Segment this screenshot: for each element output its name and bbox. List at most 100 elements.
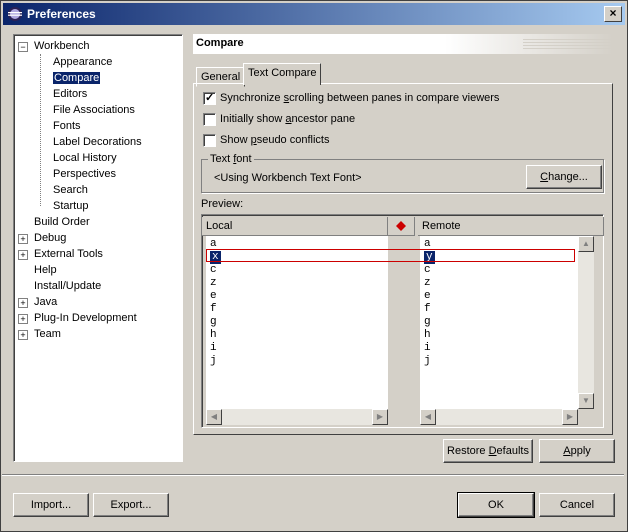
expand-icon[interactable]: + (18, 330, 28, 340)
local-line: g (210, 316, 217, 328)
preview-pane: Local Remote axczefghij ◀ ▶ ayczefghij ▲… (201, 214, 604, 428)
remote-line: j (424, 355, 431, 367)
apply-button[interactable]: Apply (539, 439, 615, 463)
scroll-left-icon[interactable]: ◀ (206, 409, 222, 425)
remote-line: g (424, 316, 431, 328)
tree-item-label: Debug (34, 232, 67, 244)
tree-item-label: Local History (53, 152, 117, 164)
cancel-button[interactable]: Cancel (539, 493, 615, 517)
tree-item-label: File Associations (53, 104, 135, 116)
tree-item[interactable]: Help (34, 262, 57, 278)
local-line: e (210, 290, 217, 302)
close-button[interactable]: × (604, 6, 622, 22)
bottom-separator (2, 474, 624, 476)
tree-item[interactable]: Install/Update (34, 278, 101, 294)
remote-line: f (424, 303, 431, 315)
remote-vertical-scrollbar[interactable]: ▲ ▼ (578, 236, 594, 409)
preferences-tree[interactable]: − Workbench Appearance Compare Editors File A… (13, 34, 183, 462)
tree-item-label: Compare (51, 71, 102, 85)
tree-item-label: Label Decorations (53, 136, 142, 148)
tree-item-label: Build Order (34, 216, 90, 228)
diff-gutter (389, 236, 415, 425)
tree-item-label: Help (34, 264, 57, 276)
diff-header (388, 217, 415, 236)
title-bar[interactable]: Preferences × (3, 3, 625, 25)
local-line: c (210, 264, 217, 276)
remote-horizontal-scrollbar[interactable]: ◀ ▶ (420, 409, 578, 425)
page-title-bar: Compare (193, 34, 613, 54)
tree-item[interactable]: Startup (53, 198, 88, 214)
tree-item[interactable]: Workbench (34, 38, 89, 54)
tree-item[interactable]: File Associations (53, 102, 135, 118)
scroll-left-icon[interactable]: ◀ (420, 409, 436, 425)
tree-item[interactable]: Label Decorations (53, 134, 142, 150)
tree-item-label: Editors (53, 88, 88, 100)
tree-item[interactable]: Perspectives (53, 166, 116, 182)
import-button[interactable]: Import... (13, 493, 89, 517)
ancestor-pane-label: Initially show ancestor pane (220, 113, 356, 125)
remote-line: i (424, 342, 431, 354)
diff-marker-icon (396, 221, 406, 231)
tree-item-label: Workbench (34, 40, 90, 52)
remote-line: e (424, 290, 431, 302)
remote-line: h (424, 329, 431, 341)
tree-item-label: External Tools (34, 248, 103, 260)
sync-scrolling-label: Synchronize scrolling between panes in c… (220, 92, 500, 104)
tab-text-compare-label: Text Compare (248, 67, 317, 79)
tree-item[interactable]: Appearance (53, 54, 112, 70)
local-line: h (210, 329, 217, 341)
tree-item[interactable]: Debug (34, 230, 66, 246)
tree-item-label: Install/Update (34, 280, 102, 292)
tree-item[interactable]: Fonts (53, 118, 81, 134)
tree-item[interactable]: Java (34, 294, 57, 310)
tree-item[interactable]: External Tools (34, 246, 103, 262)
collapse-icon[interactable]: − (18, 42, 28, 52)
tree-guide-line (40, 54, 41, 206)
text-font-group-label: Text font (208, 153, 254, 165)
tree-item[interactable]: Search (53, 182, 88, 198)
local-line: i (210, 342, 217, 354)
tree-item-label: Appearance (53, 56, 113, 68)
tree-item-label: Fonts (53, 120, 81, 132)
scroll-down-icon[interactable]: ▼ (578, 393, 594, 409)
expand-icon[interactable]: + (18, 250, 28, 260)
sync-scrolling-checkbox[interactable]: ✓ (203, 92, 216, 105)
tree-item-label: Perspectives (53, 168, 116, 180)
tree-item-label: Startup (53, 200, 89, 212)
tree-item-label: Team (34, 328, 61, 340)
restore-defaults-button[interactable]: Restore Defaults (443, 439, 533, 463)
tree-item[interactable]: Editors (53, 86, 87, 102)
expand-icon[interactable]: + (18, 314, 28, 324)
pseudo-conflicts-label: Show pseudo conflicts (220, 134, 330, 146)
local-header: Local (202, 217, 388, 236)
tree-item[interactable]: Build Order (34, 214, 90, 230)
check-mark-icon: ✓ (205, 92, 215, 104)
expand-icon[interactable]: + (18, 298, 28, 308)
tree-item[interactable]: Local History (53, 150, 117, 166)
local-horizontal-scrollbar[interactable]: ◀ ▶ (206, 409, 388, 425)
local-line: f (210, 303, 217, 315)
tab-general-label: General (201, 71, 241, 83)
ancestor-pane-checkbox[interactable] (203, 113, 216, 126)
change-font-button[interactable]: Change... (526, 165, 602, 189)
tree-item-label: Plug-In Development (34, 312, 137, 324)
ok-button[interactable]: OK (457, 492, 535, 518)
scroll-up-icon[interactable]: ▲ (578, 236, 594, 252)
tab-text-compare[interactable]: Text Compare (243, 63, 322, 85)
tree-item-label: Java (34, 296, 58, 308)
remote-line: c (424, 264, 431, 276)
page-title: Compare (196, 37, 244, 49)
tree-item[interactable]: Plug-In Development (34, 310, 137, 326)
pseudo-conflicts-checkbox[interactable] (203, 134, 216, 147)
scroll-right-icon[interactable]: ▶ (562, 409, 578, 425)
diff-connector (206, 249, 575, 262)
export-button[interactable]: Export... (93, 493, 169, 517)
local-line: j (210, 355, 217, 367)
eclipse-icon (8, 7, 22, 21)
tree-item[interactable]: Team (34, 326, 61, 342)
text-font-value: <Using Workbench Text Font> (214, 172, 362, 184)
window-title: Preferences (27, 7, 96, 21)
expand-icon[interactable]: + (18, 234, 28, 244)
tree-item[interactable]: Compare (51, 70, 102, 86)
scroll-right-icon[interactable]: ▶ (372, 409, 388, 425)
